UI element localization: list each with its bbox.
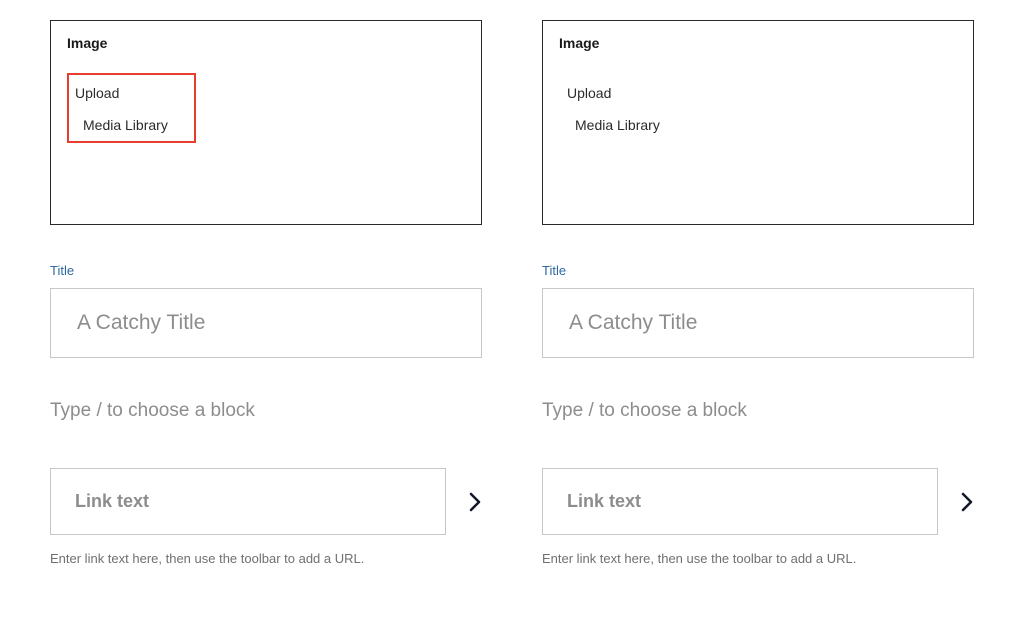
image-block: Image Upload Media Library [50,20,482,225]
link-text-input[interactable] [567,491,913,512]
block-prompt[interactable]: Type / to choose a block [50,400,482,422]
media-library-button[interactable]: Media Library [565,105,662,135]
column-right: Image Upload Media Library Title Type / … [542,20,974,566]
image-block: Image Upload Media Library [542,20,974,225]
link-row [50,468,482,535]
title-input-container [50,288,482,358]
link-help-text: Enter link text here, then use the toolb… [50,551,482,566]
column-left: Image Upload Media Library Title Type / … [50,20,482,566]
image-heading: Image [67,35,465,51]
link-input-container [50,468,446,535]
chevron-right-icon [468,491,482,513]
block-prompt[interactable]: Type / to choose a block [542,400,974,422]
link-input-container [542,468,938,535]
media-library-button[interactable]: Media Library [73,105,170,135]
link-text-input[interactable] [75,491,421,512]
upload-button[interactable]: Upload [73,81,121,105]
title-label: Title [50,263,482,278]
link-help-text: Enter link text here, then use the toolb… [542,551,974,566]
link-row [542,468,974,535]
image-heading: Image [559,35,957,51]
chevron-right-icon [960,491,974,513]
upload-actions-highlight: Upload Media Library [67,73,196,143]
upload-actions: Upload Media Library [559,73,688,143]
title-input[interactable] [77,311,455,335]
columns-container: Image Upload Media Library Title Type / … [50,20,974,566]
title-label: Title [542,263,974,278]
upload-button[interactable]: Upload [565,81,613,105]
title-input-container [542,288,974,358]
title-input[interactable] [569,311,947,335]
